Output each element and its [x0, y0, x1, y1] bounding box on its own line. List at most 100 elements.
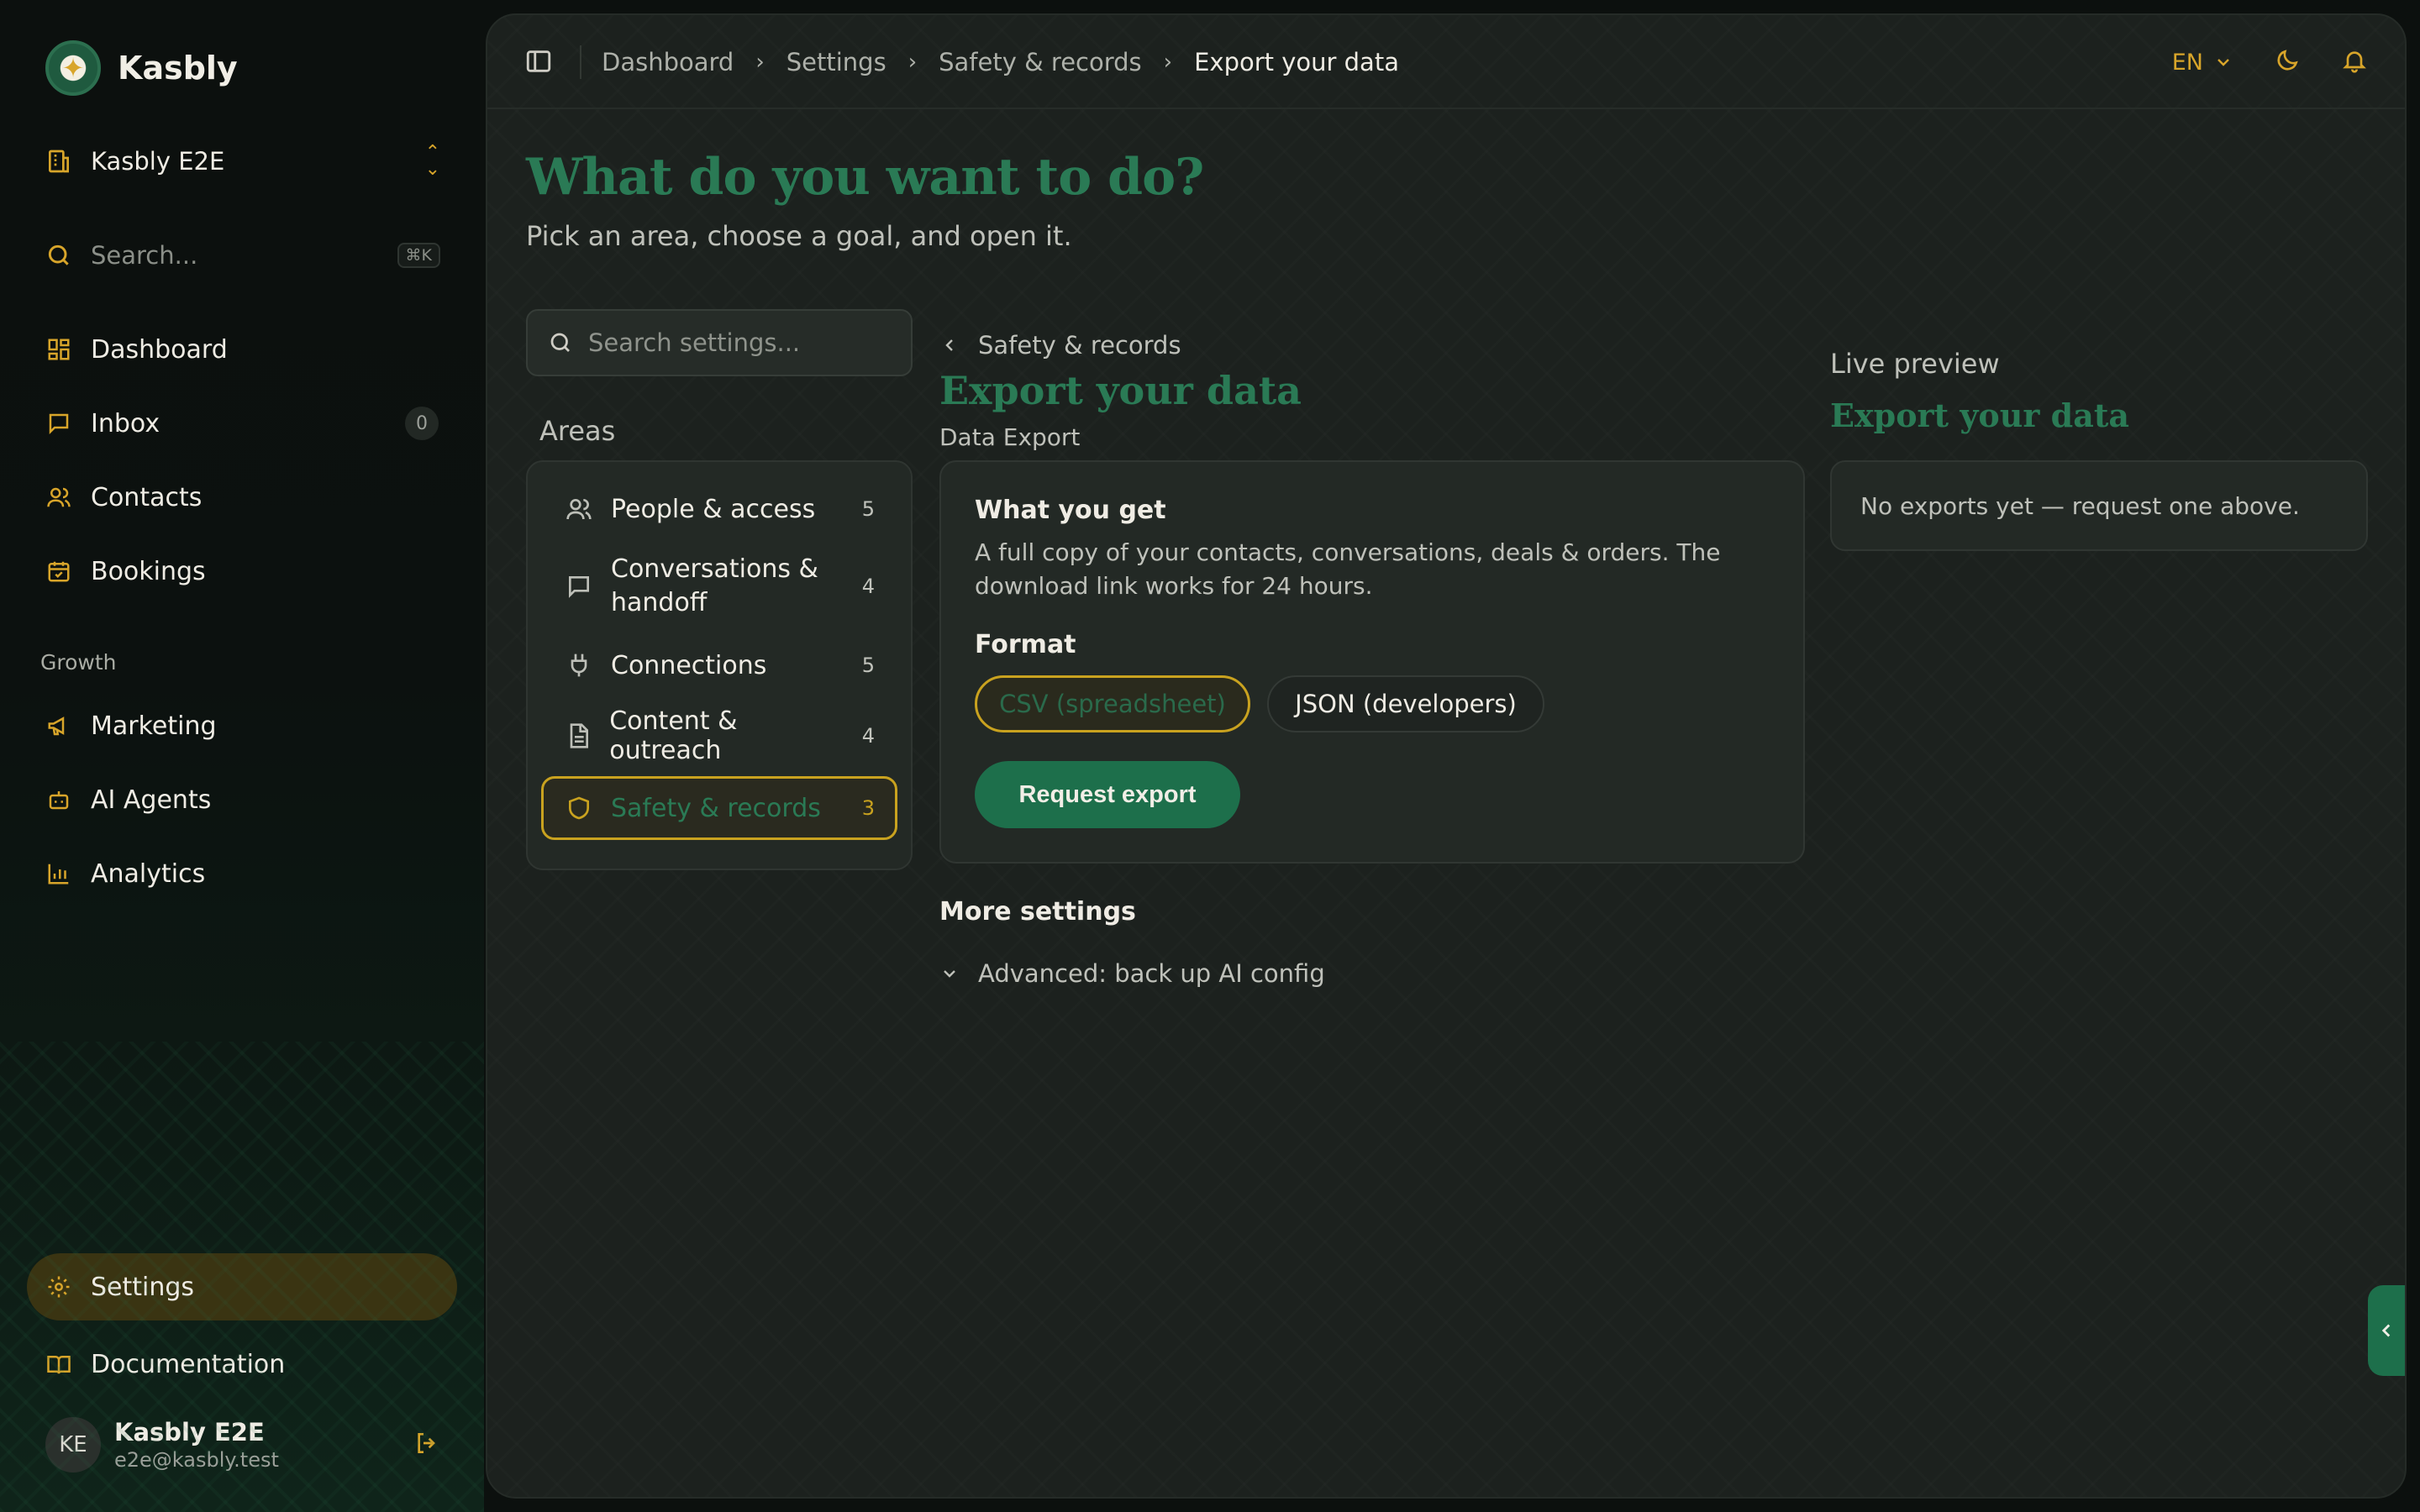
sidebar-search-placeholder: Search... [91, 241, 198, 270]
area-label: Conversations & handoff [611, 554, 818, 617]
theme-toggle-moon-icon[interactable] [2274, 47, 2301, 77]
nav-item-marketing[interactable]: Marketing [27, 689, 457, 763]
nav-item-bookings[interactable]: Bookings [27, 534, 457, 608]
user-profile[interactable]: KE Kasbly E2E e2e@kasbly.test [45, 1415, 440, 1475]
breadcrumb-settings[interactable]: Settings [786, 48, 886, 76]
settings-search-input[interactable]: Search settings... [526, 309, 913, 376]
preview-title: Export your data [1830, 396, 2130, 434]
settings-search-placeholder: Search settings... [588, 328, 801, 357]
area-item-connections[interactable]: Connections 5 [541, 630, 897, 701]
request-export-button[interactable]: Request export [975, 761, 1240, 828]
breadcrumb-safety-records[interactable]: Safety & records [939, 48, 1142, 76]
calendar-check-icon [45, 558, 72, 585]
area-count: 5 [861, 497, 875, 521]
sidebar: ✦ Kasbly Kasbly E2E ⌃ ⌄ Search... ⌘K Dash… [0, 0, 484, 1512]
chevron-down-icon [944, 970, 955, 978]
breadcrumb-dashboard[interactable]: Dashboard [602, 48, 734, 76]
sidebar-search[interactable]: Search... ⌘K [45, 237, 440, 274]
area-label: Safety & records [611, 793, 821, 823]
sidebar-toggle-icon[interactable] [524, 47, 553, 79]
search-icon [48, 244, 69, 265]
nav-label: AI Agents [91, 785, 212, 815]
growth-nav: Marketing AI Agents Analytics [27, 689, 457, 911]
building-icon [49, 150, 69, 173]
bottom-nav: Settings Documentation [27, 1253, 457, 1401]
nav-item-settings[interactable]: Settings [27, 1253, 457, 1320]
preview-empty-state: No exports yet — request one above. [1830, 460, 2368, 551]
dashboard-icon [45, 336, 72, 363]
language-selector[interactable]: EN [2172, 50, 2233, 76]
area-label: Connections [611, 650, 767, 680]
user-info: Kasbly E2E e2e@kasbly.test [114, 1418, 279, 1472]
file-text-icon [564, 722, 592, 749]
chevron-up-down-icon: ⌃ ⌄ [424, 142, 440, 180]
area-label: People & access [611, 494, 816, 524]
message-square-icon [45, 410, 72, 437]
nav-item-dashboard[interactable]: Dashboard [27, 312, 457, 386]
area-label: Content & outreach [609, 706, 738, 765]
workspace-name: Kasbly E2E [91, 147, 225, 176]
plug-icon [564, 652, 594, 679]
nav-item-contacts[interactable]: Contacts [27, 460, 457, 534]
nav-item-documentation[interactable]: Documentation [27, 1327, 457, 1401]
shield-icon [564, 795, 594, 822]
workspace-switcher[interactable]: Kasbly E2E ⌃ ⌄ [45, 143, 440, 180]
card-description: A full copy of your contacts, conversati… [975, 538, 1721, 600]
back-link[interactable]: Safety & records [939, 331, 1181, 360]
nav-label: Analytics [91, 858, 206, 889]
area-item-conversations-handoff[interactable]: Conversations & handoff 4 [541, 543, 897, 630]
chevron-right-icon: › [908, 50, 918, 75]
areas-label: Areas [539, 415, 616, 447]
main-panel: Dashboard › Settings › Safety & records … [486, 13, 2407, 1499]
megaphone-icon [45, 712, 72, 739]
chevron-left-icon [2381, 1324, 2391, 1337]
nav-item-ai-agents[interactable]: AI Agents [27, 763, 457, 837]
bar-chart-icon [45, 860, 72, 887]
topbar-actions: EN [2172, 15, 2368, 109]
chevron-left-icon [945, 339, 953, 351]
more-settings-heading: More settings [939, 897, 1136, 927]
page-title: What do you want to do? [526, 148, 1204, 207]
section-title: Export your data [939, 368, 1302, 413]
area-item-people-access[interactable]: People & access 5 [541, 475, 897, 543]
area-count: 4 [861, 724, 875, 748]
advanced-backup-toggle[interactable]: Advanced: back up AI config [939, 959, 1325, 988]
preview-empty-text: No exports yet — request one above. [1860, 491, 2300, 520]
chevron-right-icon: › [755, 50, 765, 75]
format-label: Format [975, 630, 1076, 659]
drawer-toggle[interactable] [2368, 1285, 2405, 1376]
format-option-json[interactable]: JSON (developers) [1267, 675, 1544, 732]
nav-item-analytics[interactable]: Analytics [27, 837, 457, 911]
inbox-count-badge: 0 [405, 407, 439, 440]
area-item-safety-records[interactable]: Safety & records 3 [541, 776, 897, 840]
bot-icon [45, 786, 72, 813]
search-shortcut: ⌘K [397, 243, 440, 268]
users-icon [564, 496, 594, 522]
nav-label: Bookings [91, 556, 206, 586]
area-item-content-outreach[interactable]: Content & outreach 4 [541, 701, 897, 771]
book-open-icon [45, 1351, 72, 1378]
logout-icon[interactable] [413, 1430, 440, 1460]
topbar-divider [580, 45, 581, 79]
nav-label: Settings [91, 1272, 195, 1302]
brand-name: Kasbly [118, 50, 238, 87]
user-name: Kasbly E2E [114, 1418, 265, 1446]
nav-item-inbox[interactable]: Inbox 0 [27, 386, 457, 460]
message-square-icon [564, 573, 594, 600]
nav-section-growth: Growth [40, 650, 117, 675]
topbar: Dashboard › Settings › Safety & records … [487, 15, 2405, 109]
format-option-csv[interactable]: CSV (spreadsheet) [975, 675, 1250, 732]
users-icon [45, 484, 72, 511]
page-subtitle: Pick an area, choose a goal, and open it… [526, 220, 1072, 252]
export-card: What you get A full copy of your contact… [939, 460, 1805, 864]
areas-list: People & access 5 Conversations & handof… [526, 460, 913, 870]
bell-icon[interactable] [2341, 47, 2368, 77]
breadcrumb: Dashboard › Settings › Safety & records … [602, 15, 1399, 109]
user-email: e2e@kasbly.test [114, 1448, 279, 1472]
brand[interactable]: ✦ Kasbly [45, 40, 238, 96]
breadcrumb-current: Export your data [1194, 48, 1399, 76]
nav-label: Marketing [91, 711, 217, 741]
advanced-label: Advanced: back up AI config [978, 959, 1325, 988]
back-link-label: Safety & records [978, 331, 1181, 360]
area-count: 5 [861, 654, 875, 677]
